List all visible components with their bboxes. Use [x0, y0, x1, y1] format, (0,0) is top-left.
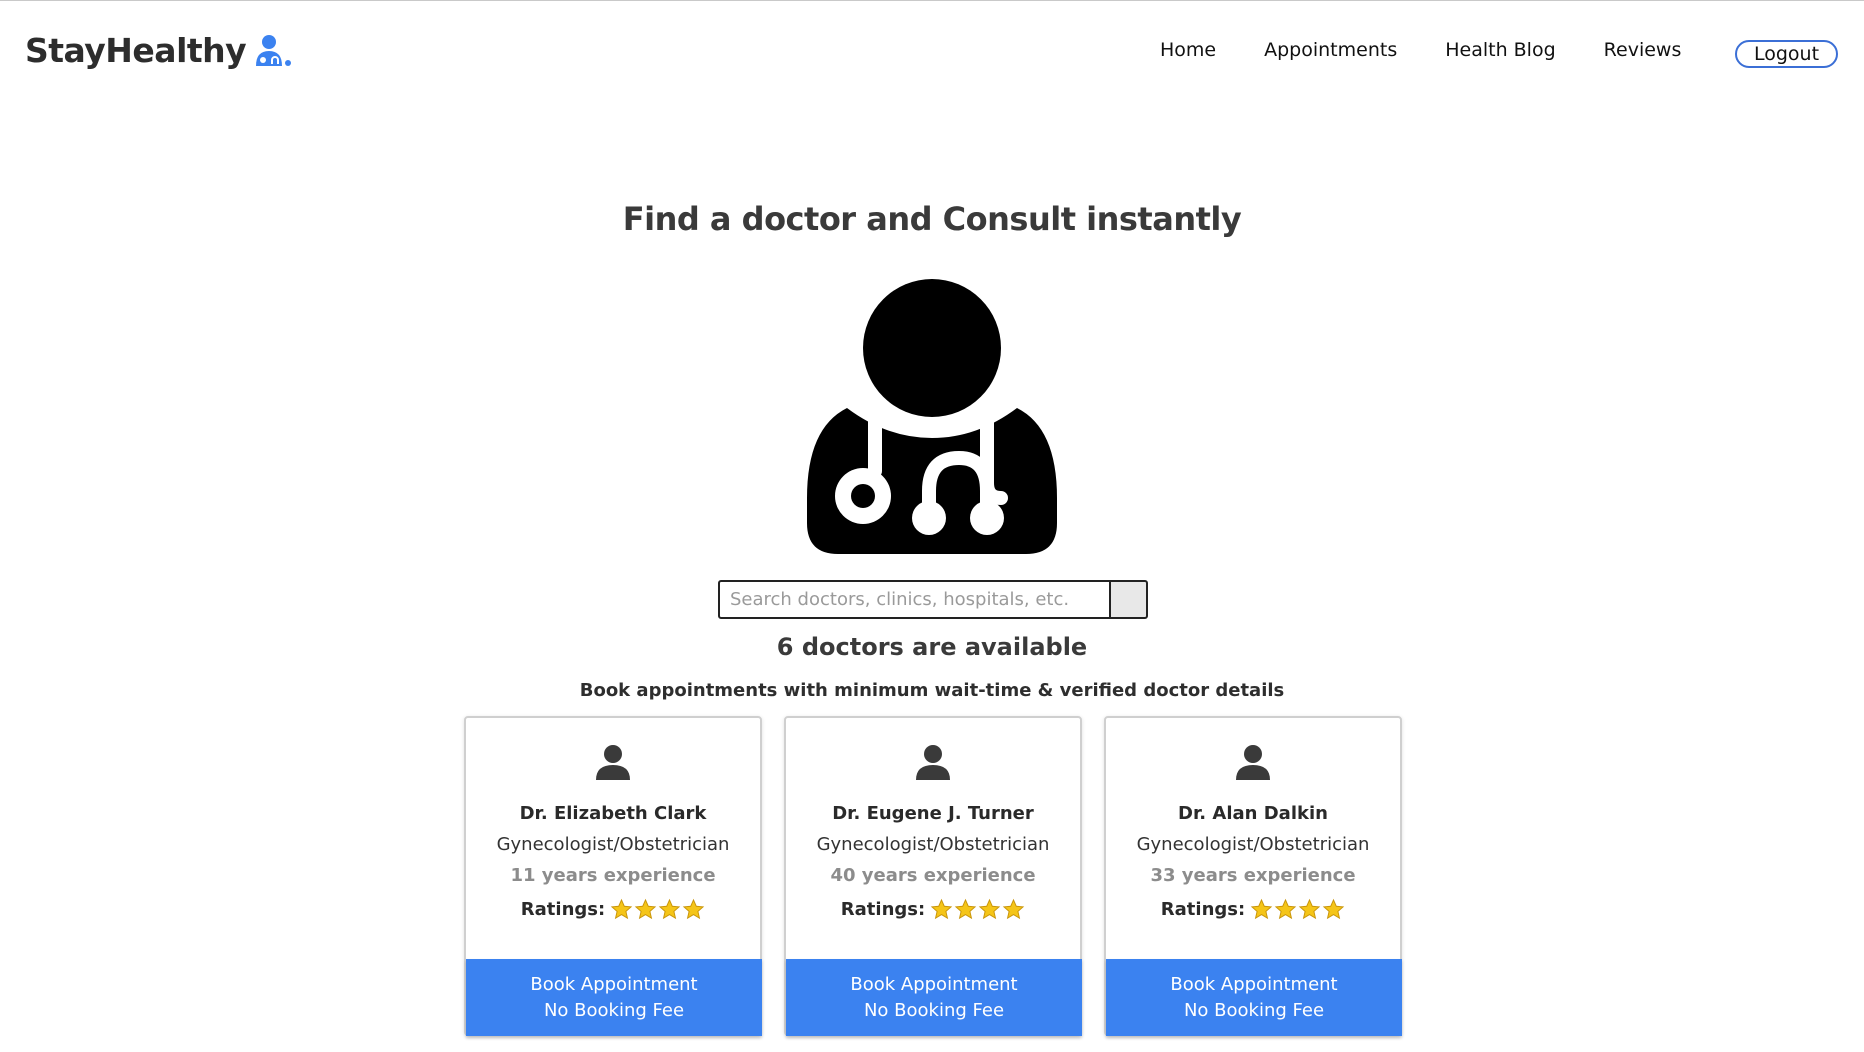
star-icon — [1274, 898, 1297, 920]
doctor-speciality: Gynecologist/Obstetrician — [1136, 834, 1370, 855]
user-icon — [1236, 745, 1270, 780]
nav-appointments[interactable]: Appointments — [1264, 39, 1397, 61]
navbar: StayHealthy Home Appointments Health Blo… — [0, 1, 1864, 101]
book-appointment-button[interactable]: Book Appointment No Booking Fee — [466, 959, 762, 1036]
search-button[interactable] — [1110, 580, 1148, 619]
star-icon — [930, 898, 953, 920]
user-icon — [916, 745, 950, 780]
doctor-name: Dr. Eugene J. Turner — [832, 803, 1034, 824]
star-rating — [930, 898, 1025, 921]
star-icon — [634, 898, 657, 920]
star-icon — [978, 898, 1001, 920]
nav-health-blog[interactable]: Health Blog — [1445, 39, 1555, 61]
star-icon — [1250, 898, 1273, 920]
book-button-label: Book Appointment — [1170, 973, 1338, 995]
ratings-label: Ratings: — [840, 899, 926, 920]
nav-home[interactable]: Home — [1160, 39, 1216, 61]
book-button-sublabel: No Booking Fee — [543, 999, 685, 1021]
star-icon — [610, 898, 633, 920]
ratings-label: Ratings: — [520, 899, 606, 920]
doctor-rating: Ratings: — [1106, 898, 1400, 921]
doctor-name: Dr. Alan Dalkin — [1178, 803, 1328, 824]
doctor-speciality: Gynecologist/Obstetrician — [496, 834, 730, 855]
nav-reviews[interactable]: Reviews — [1604, 39, 1682, 61]
star-icon — [658, 898, 681, 920]
doctor-count: 6 doctors are available — [776, 633, 1088, 661]
nav-links: Home Appointments Health Blog Reviews — [1160, 39, 1729, 61]
book-button-sublabel: No Booking Fee — [863, 999, 1005, 1021]
star-rating — [610, 898, 705, 921]
results-subtitle: Book appointments with minimum wait-time… — [579, 680, 1285, 701]
book-appointment-button[interactable]: Book Appointment No Booking Fee — [1106, 959, 1402, 1036]
book-appointment-button[interactable]: Book Appointment No Booking Fee — [786, 959, 1082, 1036]
book-button-label: Book Appointment — [530, 973, 698, 995]
doctor-rating: Ratings: — [466, 898, 760, 921]
search-input[interactable] — [718, 580, 1110, 619]
doctor-experience: 33 years experience — [1150, 865, 1356, 886]
search-bar — [718, 580, 1148, 619]
doctor-logo-icon — [256, 34, 292, 66]
doctor-speciality: Gynecologist/Obstetrician — [816, 834, 1050, 855]
doctor-card: Dr. Eugene J. Turner Gynecologist/Obstet… — [784, 716, 1082, 1036]
brand-logo[interactable]: StayHealthy — [25, 31, 292, 70]
doctor-name: Dr. Elizabeth Clark — [519, 803, 707, 824]
book-button-label: Book Appointment — [850, 973, 1018, 995]
doctor-rating: Ratings: — [786, 898, 1080, 921]
doctor-cards: Dr. Elizabeth Clark Gynecologist/Obstetr… — [464, 716, 1404, 1036]
doctor-experience: 11 years experience — [510, 865, 716, 886]
star-icon — [1322, 898, 1345, 920]
star-icon — [682, 898, 705, 920]
star-icon — [1298, 898, 1321, 920]
star-icon — [954, 898, 977, 920]
doctor-experience: 40 years experience — [830, 865, 1036, 886]
doctor-card: Dr. Alan Dalkin Gynecologist/Obstetricia… — [1104, 716, 1402, 1036]
doctor-card: Dr. Elizabeth Clark Gynecologist/Obstetr… — [464, 716, 762, 1036]
star-icon — [1002, 898, 1025, 920]
doctor-stethoscope-icon — [807, 279, 1057, 554]
user-icon — [596, 745, 630, 780]
book-button-sublabel: No Booking Fee — [1183, 999, 1325, 1021]
logout-button[interactable]: Logout — [1735, 40, 1838, 68]
ratings-label: Ratings: — [1160, 899, 1246, 920]
brand-name: StayHealthy — [25, 31, 247, 70]
star-rating — [1250, 898, 1345, 921]
page-title: Find a doctor and Consult instantly — [622, 200, 1242, 238]
